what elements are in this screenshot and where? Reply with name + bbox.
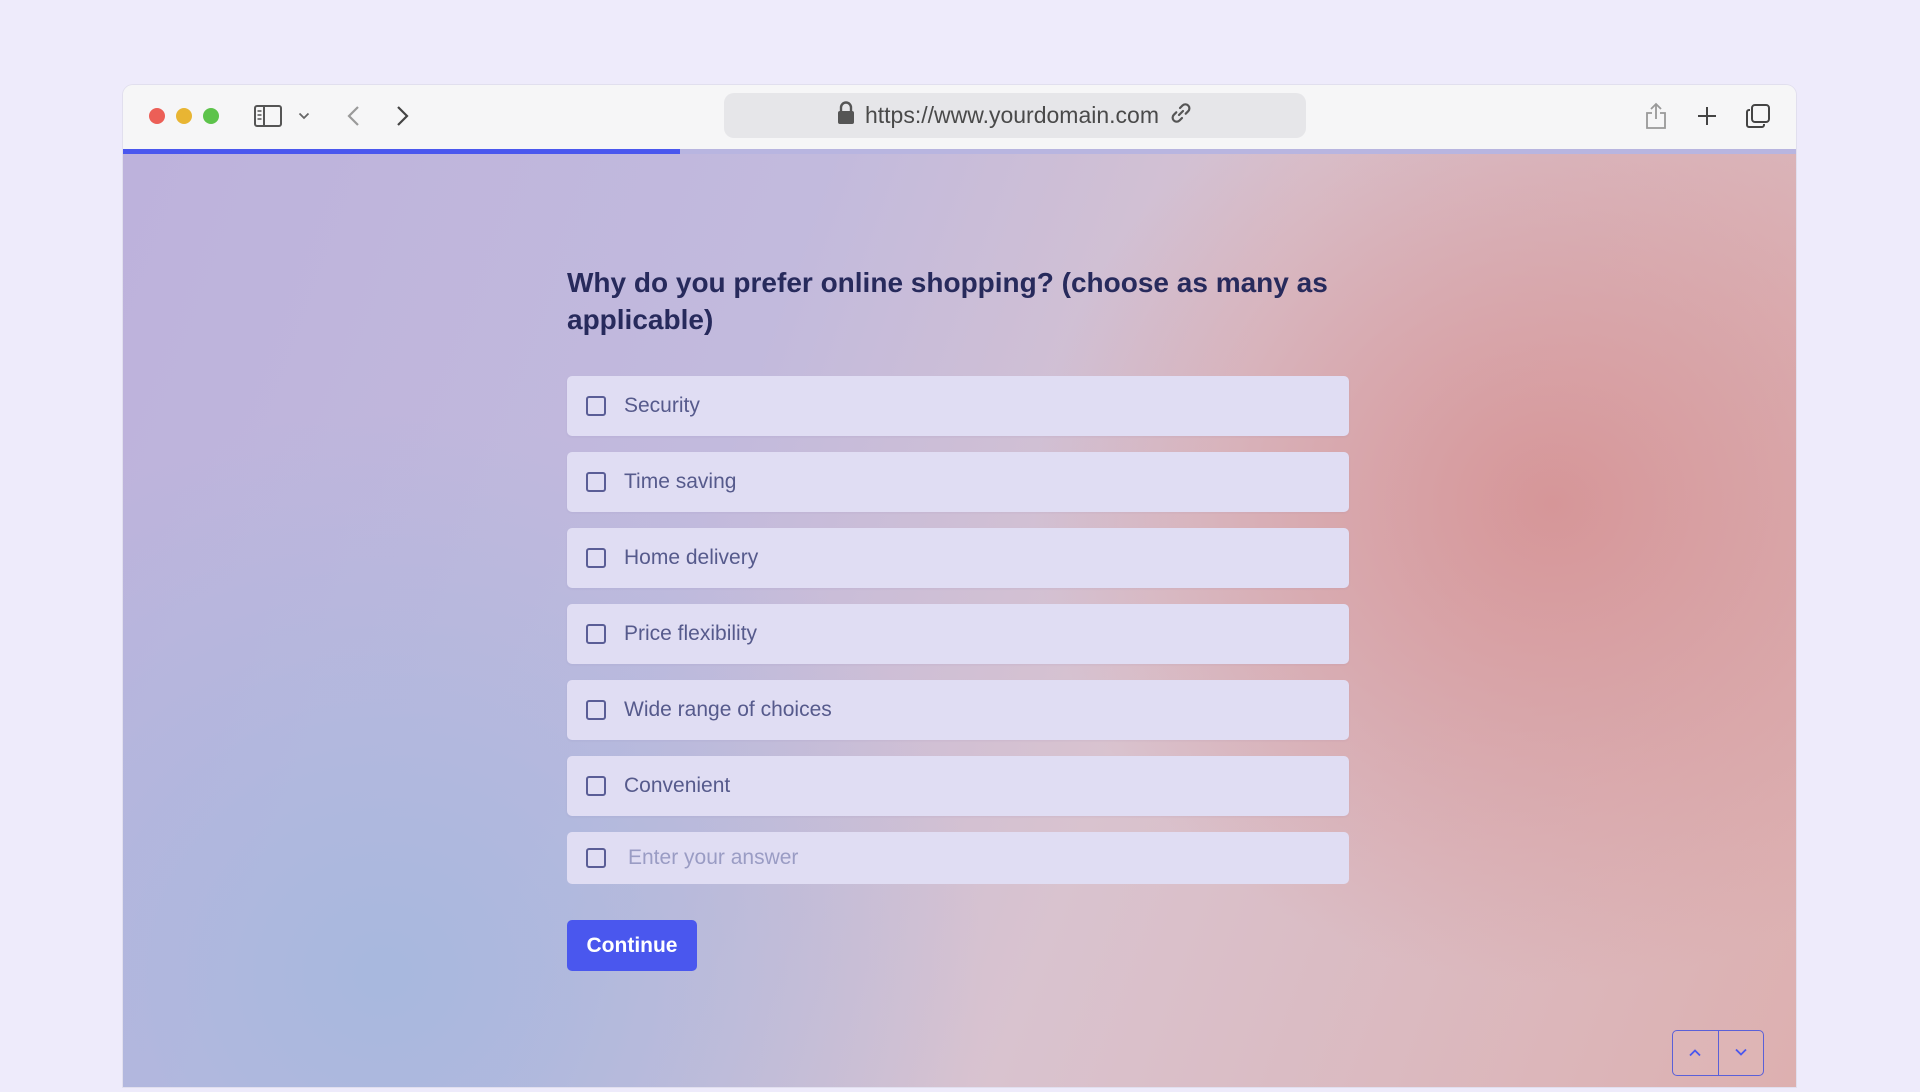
other-answer-input[interactable] <box>624 846 1332 870</box>
address-bar[interactable]: https://www.yourdomain.com <box>724 93 1306 138</box>
option-time-saving[interactable]: Time saving <box>567 452 1349 512</box>
share-icon[interactable] <box>1643 99 1669 133</box>
options-list: Security Time saving Home delivery Price… <box>567 376 1349 884</box>
chevron-down-icon[interactable] <box>297 99 311 133</box>
chevron-down-icon <box>1734 1044 1748 1062</box>
previous-question-button[interactable] <box>1673 1031 1718 1075</box>
back-icon[interactable] <box>343 99 363 133</box>
link-icon[interactable] <box>1169 101 1193 131</box>
forward-icon[interactable] <box>393 99 413 133</box>
checkbox[interactable] <box>586 700 606 720</box>
checkbox[interactable] <box>586 624 606 644</box>
sidebar-icon[interactable] <box>253 99 283 133</box>
option-label: Wide range of choices <box>624 698 832 721</box>
minimize-window-button[interactable] <box>176 108 192 124</box>
checkbox[interactable] <box>586 776 606 796</box>
option-label: Price flexibility <box>624 622 758 645</box>
option-label: Time saving <box>624 470 737 493</box>
option-home-delivery[interactable]: Home delivery <box>567 528 1349 588</box>
plus-icon[interactable] <box>1694 99 1720 133</box>
page-navigation <box>1672 1030 1764 1076</box>
survey-page: Why do you prefer online shopping? (choo… <box>123 154 1796 1087</box>
chevron-up-icon <box>1688 1044 1702 1062</box>
browser-toolbar: https://www.yourdomain.com <box>123 85 1796 149</box>
checkbox[interactable] <box>586 548 606 568</box>
option-label: Convenient <box>624 774 731 797</box>
option-security[interactable]: Security <box>567 376 1349 436</box>
question-title: Why do you prefer online shopping? (choo… <box>567 267 1328 335</box>
url-text: https://www.yourdomain.com <box>864 102 1159 128</box>
option-wide-range-of-choices[interactable]: Wide range of choices <box>567 680 1349 740</box>
option-label: Security <box>624 394 700 417</box>
lock-icon <box>837 100 855 131</box>
checkbox[interactable] <box>586 848 606 868</box>
option-label: Home delivery <box>624 546 759 569</box>
tabs-icon[interactable] <box>1744 99 1772 133</box>
continue-button[interactable]: Continue <box>567 920 697 971</box>
next-question-button[interactable] <box>1717 1031 1764 1075</box>
option-price-flexibility[interactable]: Price flexibility <box>567 604 1349 664</box>
option-other[interactable] <box>567 832 1349 884</box>
browser-window: https://www.yourdomain.com Why do you pr… <box>123 85 1796 1087</box>
checkbox[interactable] <box>586 396 606 416</box>
checkbox[interactable] <box>586 472 606 492</box>
close-window-button[interactable] <box>149 108 165 124</box>
option-convenient[interactable]: Convenient <box>567 756 1349 816</box>
zoom-window-button[interactable] <box>203 108 219 124</box>
